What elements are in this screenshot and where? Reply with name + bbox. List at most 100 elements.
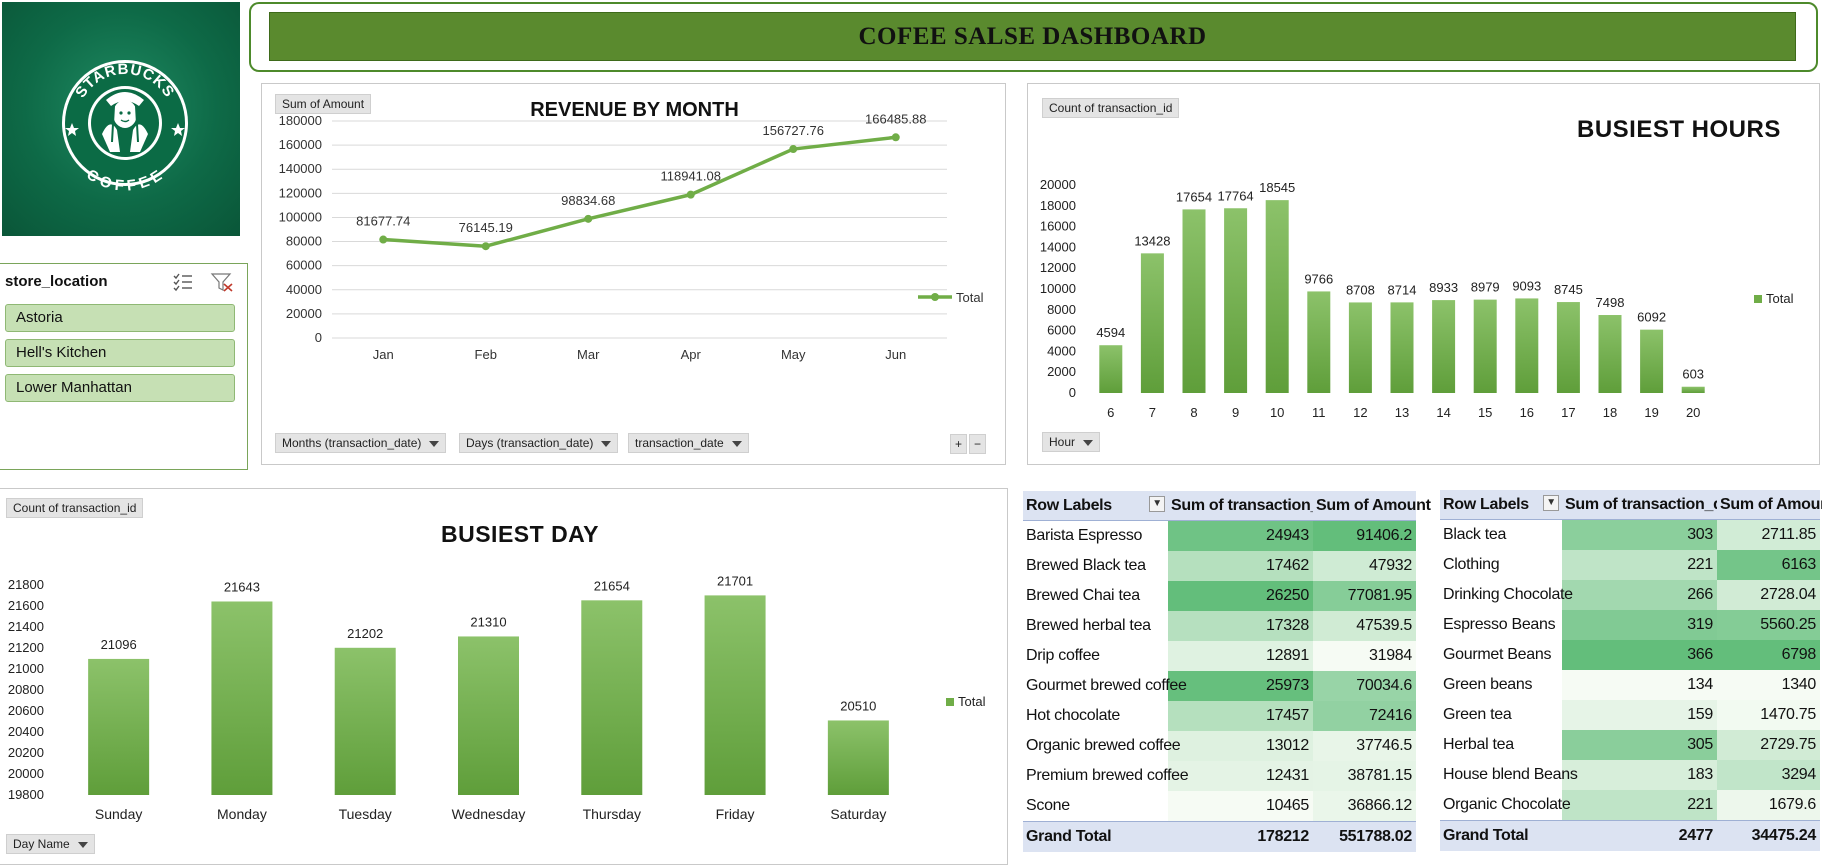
qty-cell: 12431 xyxy=(1168,761,1313,791)
hour-data-label: 603 xyxy=(1682,367,1704,382)
hour-axis-button[interactable]: Hour xyxy=(1042,432,1101,452)
hour-data-label: 8708 xyxy=(1346,282,1375,297)
day-data-label: 21202 xyxy=(347,626,383,641)
collapse-field-button[interactable]: − xyxy=(969,434,986,454)
hour-bar xyxy=(1265,200,1289,393)
y-tick-label: 21000 xyxy=(8,661,44,676)
table-row[interactable]: Herbal tea 305 2729.75 xyxy=(1440,730,1820,760)
day-name-axis-button[interactable]: Day Name xyxy=(6,834,95,854)
slicer-title: store_location xyxy=(5,273,108,290)
table-row[interactable]: Premium brewed coffee 12431 38781.15 xyxy=(1023,761,1416,791)
grand-total-amount: 551788.02 xyxy=(1313,821,1416,852)
table-row[interactable]: Drip coffee 12891 31984 xyxy=(1023,641,1416,671)
grand-total-label: Grand Total xyxy=(1440,820,1562,851)
table-row[interactable]: Green beans 134 1340 xyxy=(1440,670,1820,700)
day-bar xyxy=(458,636,519,795)
slicer-item-astoria[interactable]: Astoria xyxy=(5,304,235,332)
y-tick-label: 20000 xyxy=(1040,177,1076,192)
table-row[interactable]: Gourmet Beans 366 6798 xyxy=(1440,640,1820,670)
amount-cell: 47539.5 xyxy=(1313,611,1416,641)
day-bar xyxy=(88,658,150,795)
table-row[interactable]: Drinking Chocolate 266 2728.04 xyxy=(1440,580,1820,610)
table-row[interactable]: Brewed herbal tea 17328 47539.5 xyxy=(1023,611,1416,641)
revenue-point xyxy=(584,214,593,223)
x-tick-label: 10 xyxy=(1270,405,1284,420)
clear-filter-icon[interactable] xyxy=(210,272,234,292)
x-tick-label: Mar xyxy=(577,347,600,362)
row-labels-header[interactable]: Row Labels ▼ xyxy=(1440,490,1562,520)
y-tick-label: 14000 xyxy=(1040,239,1076,254)
x-tick-label: Sunday xyxy=(95,806,142,822)
legend-label: Total xyxy=(958,694,986,709)
table-row[interactable]: Hot chocolate 17457 72416 xyxy=(1023,701,1416,731)
grand-total-qty: 178212 xyxy=(1168,821,1313,852)
hour-bar xyxy=(1473,299,1497,393)
x-tick-label: Wednesday xyxy=(452,806,526,822)
amount-cell: 77081.95 xyxy=(1313,581,1416,611)
amount-cell: 36866.12 xyxy=(1313,791,1416,822)
multi-select-icon[interactable] xyxy=(172,272,194,292)
table-row[interactable]: Organic brewed coffee 13012 37746.5 xyxy=(1023,731,1416,761)
filter-dropdown-icon[interactable]: ▼ xyxy=(1149,496,1165,512)
revenue-data-label: 156727.76 xyxy=(763,123,824,138)
y-tick-label: 12000 xyxy=(1040,260,1076,275)
revenue-point xyxy=(686,190,695,199)
table-row[interactable]: Black tea 303 2711.85 xyxy=(1440,519,1820,550)
hour-data-label: 18545 xyxy=(1259,180,1295,195)
slicer-item-lower-manhattan[interactable]: Lower Manhattan xyxy=(5,374,235,402)
hour-data-label: 8933 xyxy=(1429,280,1458,295)
y-tick-label: 60000 xyxy=(286,258,322,273)
table-row[interactable]: Brewed Chai tea 26250 77081.95 xyxy=(1023,581,1416,611)
hour-axis-label: Hour xyxy=(1049,435,1076,449)
x-tick-label: 8 xyxy=(1190,405,1197,420)
expand-field-button[interactable]: + xyxy=(950,434,967,454)
table-row[interactable]: Barista Espresso 24943 91406.2 xyxy=(1023,520,1416,551)
revenue-data-label: 81677.74 xyxy=(356,214,410,229)
y-tick-label: 0 xyxy=(315,330,322,345)
transaction-date-filter-button[interactable]: transaction_date xyxy=(628,433,749,453)
x-tick-label: Saturday xyxy=(830,806,886,822)
busiest-day-panel: Count of transaction_id BUSIEST DAY 1980… xyxy=(0,488,1008,865)
busiest-day-bar-chart: 19800 20000 20200 20400 20600 20800 21000 21200… xyxy=(8,573,986,822)
table-row[interactable]: House blend Beans 183 3294 xyxy=(1440,760,1820,790)
qty-cell: 17462 xyxy=(1168,551,1313,581)
amount-cell: 31984 xyxy=(1313,641,1416,671)
days-filter-button[interactable]: Days (transaction_date) xyxy=(459,433,619,453)
day-bar xyxy=(827,720,889,795)
legend-label: Total xyxy=(956,290,984,305)
table-row[interactable]: Clothing 221 6163 xyxy=(1440,550,1820,580)
table-row[interactable]: Brewed Black tea 17462 47932 xyxy=(1023,551,1416,581)
x-tick-label: 17 xyxy=(1561,405,1575,420)
dropdown-arrow-icon xyxy=(731,440,742,447)
qty-header: Sum of transaction_qty xyxy=(1562,490,1737,520)
filter-dropdown-icon[interactable]: ▼ xyxy=(1543,495,1559,511)
x-tick-label: Feb xyxy=(475,347,497,362)
y-tick-label: 16000 xyxy=(1040,219,1076,234)
qty-cell: 221 xyxy=(1562,790,1717,821)
qty-cell: 25973 xyxy=(1168,671,1313,701)
table-row[interactable]: Organic Chocolate 221 1679.6 xyxy=(1440,790,1820,821)
table-row[interactable]: Espresso Beans 319 5560.25 xyxy=(1440,610,1820,640)
y-tick-label: 21400 xyxy=(8,619,44,634)
slicer-item-hells-kitchen[interactable]: Hell's Kitchen xyxy=(5,339,235,367)
row-label: Brewed Black tea xyxy=(1026,557,1146,574)
day-data-label: 21096 xyxy=(101,637,137,652)
table-row[interactable]: Scone 10465 36866.12 xyxy=(1023,791,1416,822)
hour-data-label: 8714 xyxy=(1388,282,1417,297)
months-filter-button[interactable]: Months (transaction_date) xyxy=(275,433,447,453)
revenue-line-chart: 0 20000 40000 60000 80000 100000 120000 140000 1… xyxy=(279,111,984,362)
amount-cell: 37746.5 xyxy=(1313,731,1416,761)
table-row[interactable]: Green tea 159 1470.75 xyxy=(1440,700,1820,730)
x-tick-label: 11 xyxy=(1312,405,1326,420)
qty-cell: 17328 xyxy=(1168,611,1313,641)
y-tick-label: 10000 xyxy=(1040,281,1076,296)
row-labels-header[interactable]: Row Labels ▼ xyxy=(1023,491,1168,521)
row-label: Premium brewed coffee xyxy=(1026,767,1189,784)
amount-cell: 91406.2 xyxy=(1313,520,1416,551)
table-row[interactable]: Gourmet brewed coffee 25973 70034.6 xyxy=(1023,671,1416,701)
y-tick-label: 4000 xyxy=(1047,343,1076,358)
dropdown-arrow-icon xyxy=(429,440,440,447)
amount-cell: 1679.6 xyxy=(1717,790,1820,821)
day-bar xyxy=(704,595,766,795)
amount-cell: 2711.85 xyxy=(1717,519,1820,550)
